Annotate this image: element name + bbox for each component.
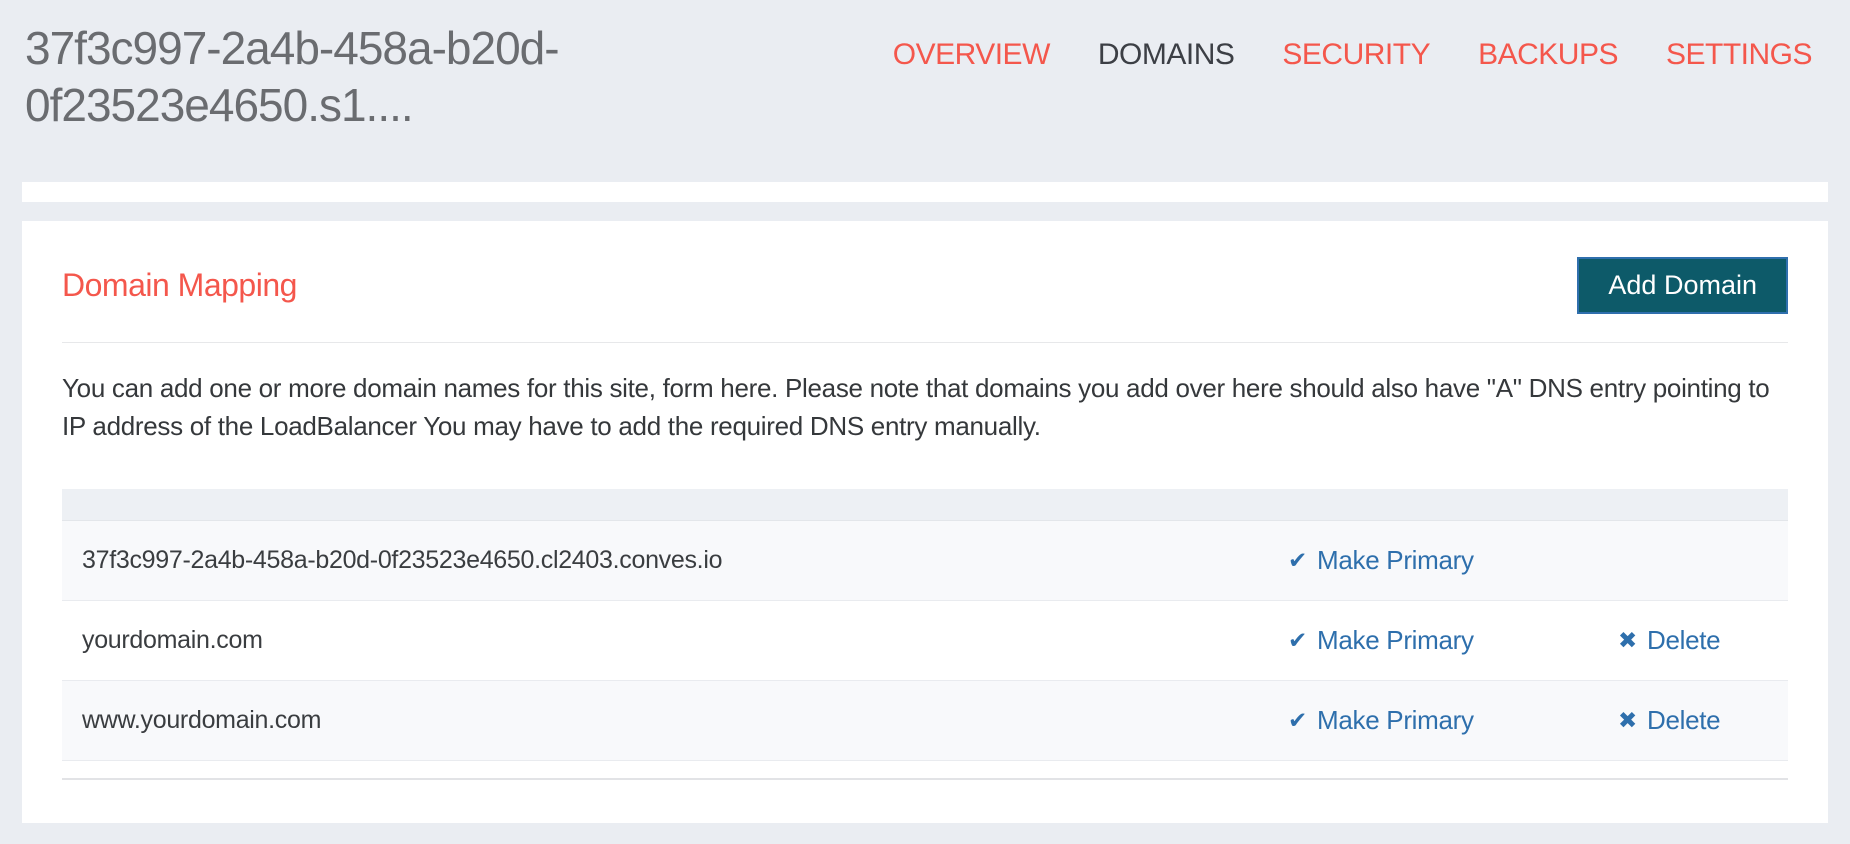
x-icon: ✖: [1618, 627, 1637, 653]
site-header: 37f3c997-2a4b-458a-b20d-0f23523e4650.s1.…: [0, 0, 1850, 182]
header-divider: [62, 342, 1788, 343]
domain-name: 37f3c997-2a4b-458a-b20d-0f23523e4650.cl2…: [82, 546, 723, 574]
tab-settings[interactable]: SETTINGS: [1666, 38, 1813, 72]
check-icon: ✔: [1288, 707, 1307, 733]
table-header: [62, 489, 1788, 521]
tab-security[interactable]: SECURITY: [1282, 38, 1430, 72]
add-domain-button[interactable]: Add Domain: [1577, 257, 1788, 314]
domain-name: yourdomain.com: [82, 626, 263, 654]
make-primary-link[interactable]: ✔ Make Primary: [1288, 625, 1474, 656]
table-row: www.yourdomain.com ✔ Make Primary ✖ Dele…: [62, 681, 1788, 761]
delete-label: Delete: [1646, 705, 1721, 735]
table-row: 37f3c997-2a4b-458a-b20d-0f23523e4650.cl2…: [62, 521, 1788, 601]
make-primary-link[interactable]: ✔ Make Primary: [1288, 545, 1474, 576]
tab-overview[interactable]: OVERVIEW: [893, 38, 1051, 72]
header-strip: [22, 182, 1828, 202]
check-icon: ✔: [1288, 547, 1307, 573]
top-nav: OVERVIEW DOMAINS SECURITY BACKUPS SETTIN…: [893, 38, 1813, 72]
card-title: Domain Mapping: [62, 267, 297, 303]
description-text: You can add one or more domain names for…: [62, 373, 1770, 441]
delete-link[interactable]: ✖ Delete: [1618, 625, 1721, 656]
tab-backups[interactable]: BACKUPS: [1478, 38, 1618, 72]
bottom-divider: [62, 778, 1788, 780]
card-header: Domain Mapping Add Domain: [62, 257, 1788, 314]
x-icon: ✖: [1618, 707, 1637, 733]
table-row: yourdomain.com ✔ Make Primary ✖ Delete: [62, 601, 1788, 681]
delete-label: Delete: [1646, 625, 1721, 655]
page-title: 37f3c997-2a4b-458a-b20d-0f23523e4650.s1.…: [25, 22, 560, 131]
domain-mapping-card: Domain Mapping Add Domain You can add on…: [22, 221, 1828, 823]
delete-link[interactable]: ✖ Delete: [1618, 705, 1721, 736]
check-icon: ✔: [1288, 627, 1307, 653]
domains-table: 37f3c997-2a4b-458a-b20d-0f23523e4650.cl2…: [62, 489, 1788, 761]
make-primary-label: Make Primary: [1316, 545, 1474, 575]
domain-name: www.yourdomain.com: [82, 706, 322, 734]
make-primary-link[interactable]: ✔ Make Primary: [1288, 705, 1474, 736]
make-primary-label: Make Primary: [1316, 705, 1474, 735]
make-primary-label: Make Primary: [1316, 625, 1474, 655]
tab-domains[interactable]: DOMAINS: [1098, 38, 1235, 72]
